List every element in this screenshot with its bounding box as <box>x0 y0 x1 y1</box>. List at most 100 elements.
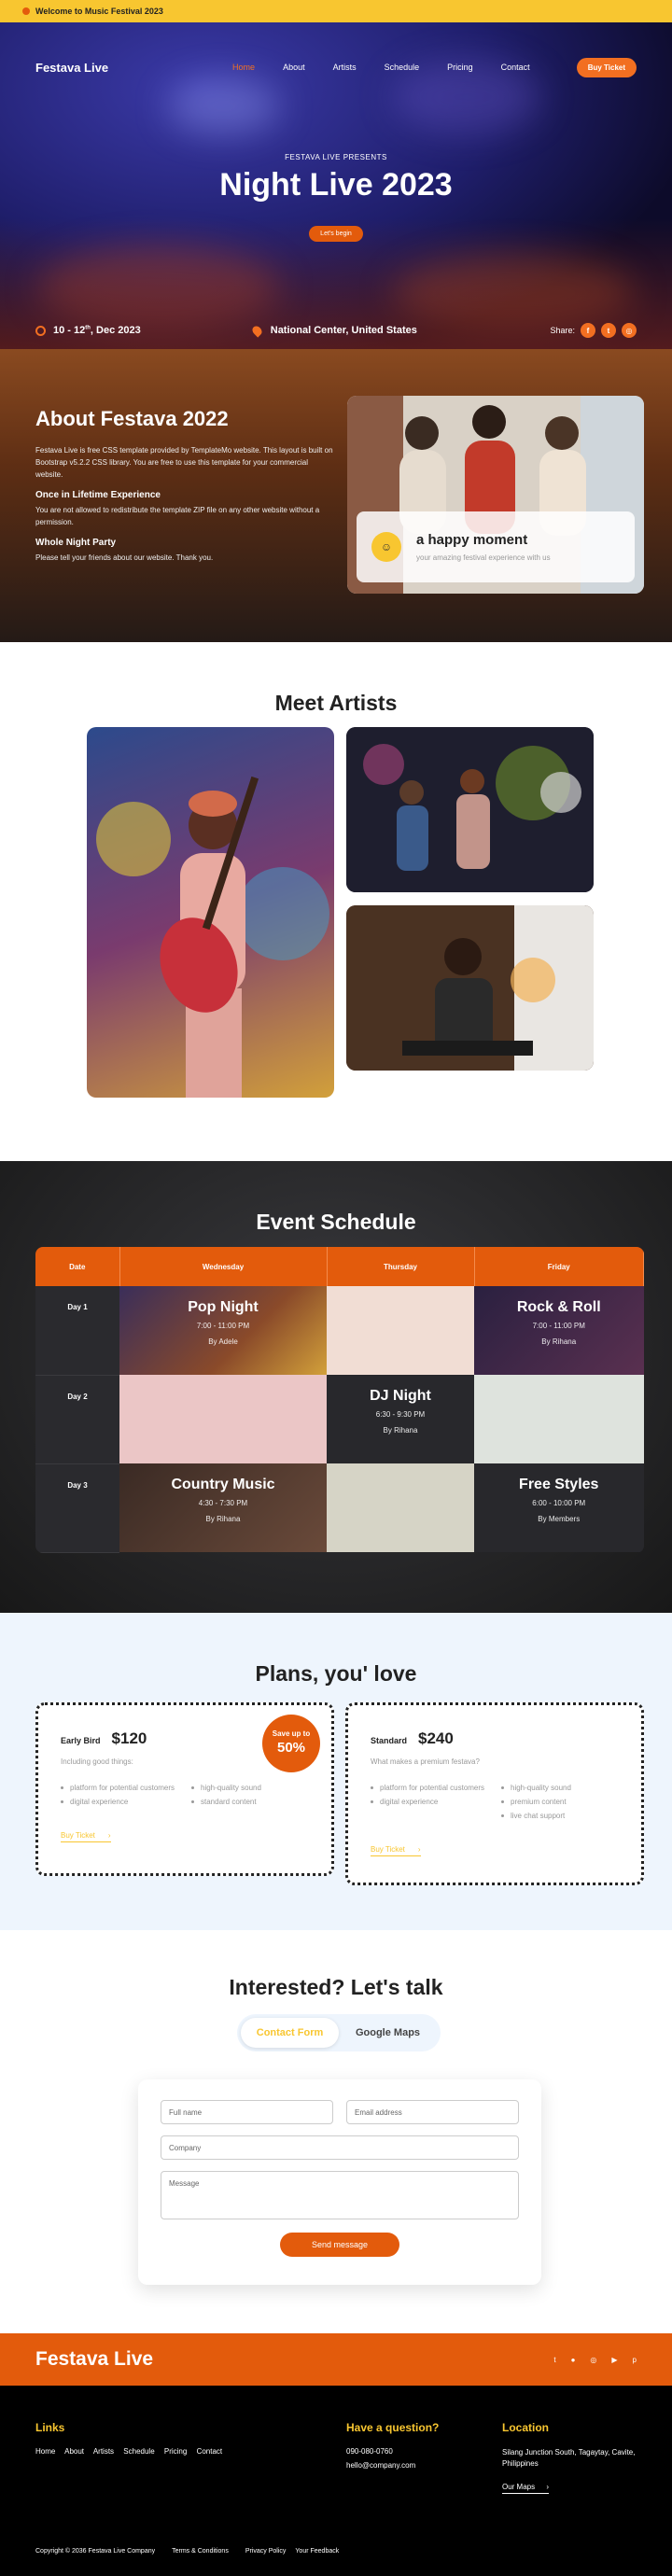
plan-subtitle: What makes a premium festava? <box>371 1757 480 1766</box>
footer-address: Silang Junction South, Tagaytay, Cavite,… <box>502 2448 636 2468</box>
copyright-text: Copyright © 2036 Festava Live Company <box>35 2548 156 2555</box>
footer-link-artists[interactable]: Artists <box>93 2447 114 2456</box>
list-item: platform for potential customers <box>371 1783 488 1793</box>
about-section: About Festava 2022 Festava Live is free … <box>0 349 672 642</box>
artist-card-guitarist[interactable] <box>87 727 334 1098</box>
announcement-text: Welcome to Music Festival 2023 <box>35 7 163 16</box>
list-item: digital experience <box>61 1797 178 1807</box>
footer-link-terms[interactable]: Terms & Conditions <box>172 2548 229 2555</box>
schedule-empty-cell <box>327 1463 474 1552</box>
table-row: Day 1 Pop Night 7:00 - 11:00 PM By Adele… <box>35 1286 644 1376</box>
event-name: DJ Night <box>370 1388 431 1404</box>
list-item: premium content <box>501 1797 619 1807</box>
twitter-icon[interactable]: t <box>553 2356 555 2364</box>
footer-link-feedback[interactable]: Your Feedback <box>295 2548 339 2555</box>
event-time: 4:30 - 7:30 PM <box>198 1499 248 1507</box>
event-dj-night[interactable]: DJ Night 6:30 - 9:30 PM By Rihana <box>327 1375 474 1463</box>
event-pop-night[interactable]: Pop Night 7:00 - 11:00 PM By Adele <box>119 1286 327 1375</box>
share-label: Share: <box>550 326 575 335</box>
nav-link-home[interactable]: Home <box>232 63 255 72</box>
hero-title: Night Live 2023 <box>219 167 453 203</box>
schedule-empty-cell <box>327 1286 474 1375</box>
clock-icon <box>35 325 46 336</box>
company-field[interactable]: Company <box>161 2135 519 2160</box>
instagram-icon[interactable]: ◎ <box>590 2356 596 2364</box>
schedule-day: Day 2 <box>35 1375 119 1464</box>
hero-info-bar: 10 - 12th, Dec 2023 National Center, Uni… <box>35 323 637 338</box>
schedule-section: Event Schedule Date Wednesday Thursday F… <box>0 1161 672 1613</box>
happy-moment-title: a happy moment <box>416 532 528 548</box>
schedule-day: Day 3 <box>35 1463 119 1553</box>
contact-section: Interested? Let's talk Contact Form Goog… <box>0 1930 672 2333</box>
footer-phone[interactable]: 090-080-0760 <box>346 2447 439 2456</box>
plan-early-bird: Save up to 50% Early Bird $120 Including… <box>35 1702 334 1876</box>
list-item: digital experience <box>371 1797 488 1807</box>
hero-kicker: FESTAVA LIVE PRESENTS <box>285 153 387 161</box>
nav-link-pricing[interactable]: Pricing <box>447 63 473 72</box>
footer: Links Home About Artists Schedule Pricin… <box>0 2386 672 2576</box>
tab-contact-form[interactable]: Contact Form <box>241 2018 339 2048</box>
buy-ticket-button[interactable]: Buy Ticket <box>576 57 637 77</box>
lets-begin-button[interactable]: Let's begin <box>309 226 363 242</box>
artists-section: Meet Artists <box>0 642 672 1161</box>
schedule-header: Wednesday <box>119 1247 328 1286</box>
share-group: Share: f t ◎ <box>550 323 637 338</box>
nav-link-artists[interactable]: Artists <box>333 63 357 72</box>
nav-brand[interactable]: Festava Live <box>35 61 108 75</box>
event-artist: By Rihana <box>541 1337 577 1346</box>
event-rock-roll[interactable]: Rock & Roll 7:00 - 11:00 PM By Rihana <box>474 1286 644 1375</box>
event-artist: By Members <box>538 1515 581 1523</box>
event-date: 10 - 12th, Dec 2023 <box>53 325 141 336</box>
event-free-styles[interactable]: Free Styles 6:00 - 10:00 PM By Members <box>474 1463 644 1552</box>
nav-link-about[interactable]: About <box>283 63 305 72</box>
footer-link-home[interactable]: Home <box>35 2447 55 2456</box>
apple-icon[interactable]: ● <box>571 2356 576 2364</box>
footer-link-privacy[interactable]: Privacy Policy <box>245 2548 287 2555</box>
schedule-header: Friday <box>474 1247 644 1286</box>
email-field[interactable]: Email address <box>346 2100 519 2124</box>
facebook-icon[interactable]: f <box>581 323 595 338</box>
list-item: high-quality sound <box>501 1783 619 1793</box>
happy-moment-text: your amazing festival experience with us <box>416 553 551 562</box>
hero-section: Festava Live Home About Artists Schedule… <box>0 22 672 349</box>
message-field[interactable]: Message <box>161 2171 519 2219</box>
pinterest-icon[interactable]: p <box>633 2356 637 2364</box>
nav-link-contact[interactable]: Contact <box>501 63 530 72</box>
plan-price: $240 <box>418 1729 454 1747</box>
table-row: Day 3 Country Music 4:30 - 7:30 PM By Ri… <box>35 1463 644 1553</box>
footer-email[interactable]: hello@company.com <box>346 2461 439 2470</box>
schedule-day: Day 1 <box>35 1286 119 1376</box>
footer-link-about[interactable]: About <box>64 2447 84 2456</box>
footer-brand[interactable]: Festava Live <box>35 2348 153 2371</box>
discount-badge: Save up to 50% <box>262 1715 320 1772</box>
artist-card-band[interactable] <box>346 727 594 892</box>
plans-title: Plans, you' love <box>255 1661 417 1686</box>
our-maps-link[interactable]: Our Maps › <box>502 2483 550 2494</box>
footer-link-contact[interactable]: Contact <box>197 2447 223 2456</box>
plan-features: platform for potential customers high-qu… <box>371 1783 619 1821</box>
footer-location-title: Location <box>502 2421 549 2434</box>
event-country-music[interactable]: Country Music 4:30 - 7:30 PM By Rihana <box>119 1463 327 1552</box>
event-name: Free Styles <box>519 1477 599 1492</box>
about-intro: Festava Live is free CSS template provid… <box>35 446 333 479</box>
send-message-button[interactable]: Send message <box>280 2233 399 2257</box>
announcement-bar: Welcome to Music Festival 2023 <box>0 0 672 22</box>
instagram-icon[interactable]: ◎ <box>622 323 637 338</box>
about-title: About Festava 2022 <box>35 407 229 430</box>
twitter-icon[interactable]: t <box>601 323 616 338</box>
plan-buy-ticket-link[interactable]: Buy Ticket › <box>61 1831 111 1842</box>
artist-card-dj[interactable] <box>346 905 594 1071</box>
arrow-right-icon: › <box>417 1845 421 1854</box>
event-time: 6:00 - 10:00 PM <box>532 1499 586 1507</box>
tab-google-maps[interactable]: Google Maps <box>339 2018 437 2048</box>
list-item: standard content <box>191 1797 309 1807</box>
footer-link-schedule[interactable]: Schedule <box>123 2447 154 2456</box>
youtube-icon[interactable]: ▶ <box>611 2356 617 2364</box>
plan-buy-ticket-link[interactable]: Buy Ticket › <box>371 1845 421 1856</box>
event-name: Rock & Roll <box>516 1299 601 1315</box>
nav-link-schedule[interactable]: Schedule <box>385 63 420 72</box>
footer-link-pricing[interactable]: Pricing <box>164 2447 187 2456</box>
list-item: high-quality sound <box>191 1783 309 1793</box>
arrow-right-icon: › <box>107 1831 111 1840</box>
full-name-field[interactable]: Full name <box>161 2100 333 2124</box>
